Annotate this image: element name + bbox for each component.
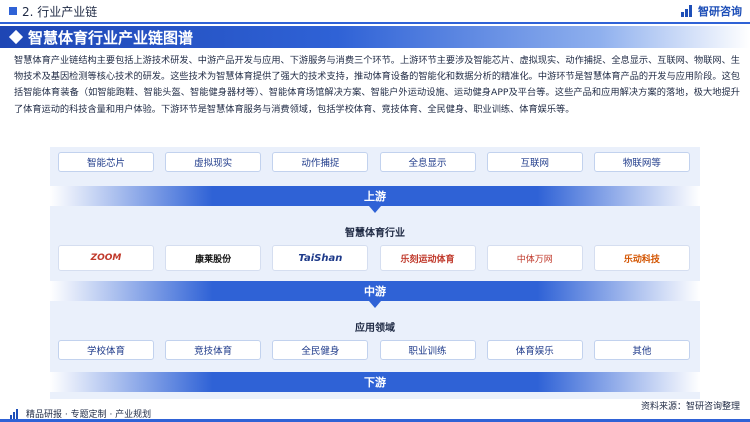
downstream-item: 职业训练 — [379, 340, 476, 360]
upstream-item: 全息显示 — [379, 152, 476, 172]
brand-logo-icon — [681, 5, 695, 17]
downstream-item: 全民健身 — [272, 340, 369, 360]
midstream-logo-row: ZOOM 康莱股份 TaiShan 乐刻运动体育 中体万网 乐动科技 — [58, 245, 690, 271]
industry-chain-panel — [50, 147, 700, 399]
downstream-item: 学校体育 — [58, 340, 154, 360]
page-title: 智慧体育行业产业链图谱 — [28, 29, 194, 47]
company-logo-taishan: TaiShan — [272, 245, 369, 271]
source-note: 资料来源：智研咨询整理 — [640, 402, 740, 412]
company-logo-zoom: ZOOM — [58, 245, 154, 271]
brand-name: 智研咨询 — [698, 5, 742, 18]
downstream-bar: 下游 — [50, 372, 700, 392]
upstream-item: 物联网等 — [593, 152, 690, 172]
upstream-item: 互联网 — [486, 152, 583, 172]
downstream-row: 学校体育 竞技体育 全民健身 职业训练 体育娱乐 其他 — [58, 340, 690, 360]
midstream-bar: 中游 — [50, 281, 700, 301]
brand-logo-icon — [10, 408, 22, 419]
header-divider — [0, 22, 750, 24]
arrow-down-icon — [369, 301, 381, 308]
company-logo-kanglai: 康莱股份 — [165, 245, 262, 271]
upstream-item: 动作捕捉 — [272, 152, 369, 172]
downstream-heading: 应用领域 — [355, 323, 395, 334]
arrow-down-icon — [369, 206, 381, 213]
downstream-item: 竞技体育 — [165, 340, 262, 360]
upstream-bar: 上游 — [50, 186, 700, 206]
downstream-item: 体育娱乐 — [486, 340, 583, 360]
brand: 智研咨询 — [681, 3, 742, 19]
intro-paragraph: 智慧体育产业链结构主要包括上游技术研发、中游产品开发与应用、下游服务与消费三个环… — [14, 55, 740, 115]
company-logo-leke: 乐刻运动体育 — [379, 245, 476, 271]
company-logo-ledong: 乐动科技 — [593, 245, 690, 271]
midstream-heading: 智慧体育行业 — [345, 228, 405, 239]
downstream-item: 其他 — [593, 340, 690, 360]
company-logo-zhongti: 中体万网 — [486, 245, 583, 271]
section-marker-icon — [9, 7, 17, 15]
top-header: 2. 行业产业链 智研咨询 — [0, 0, 750, 24]
upstream-item: 虚拟现实 — [165, 152, 262, 172]
upstream-item: 智能芯片 — [58, 152, 154, 172]
diamond-icon — [8, 29, 24, 45]
title-banner: 智慧体育行业产业链图谱 — [0, 26, 750, 48]
section-title: 2. 行业产业链 — [22, 5, 98, 19]
upstream-row: 智能芯片 虚拟现实 动作捕捉 全息显示 互联网 物联网等 — [58, 152, 690, 172]
